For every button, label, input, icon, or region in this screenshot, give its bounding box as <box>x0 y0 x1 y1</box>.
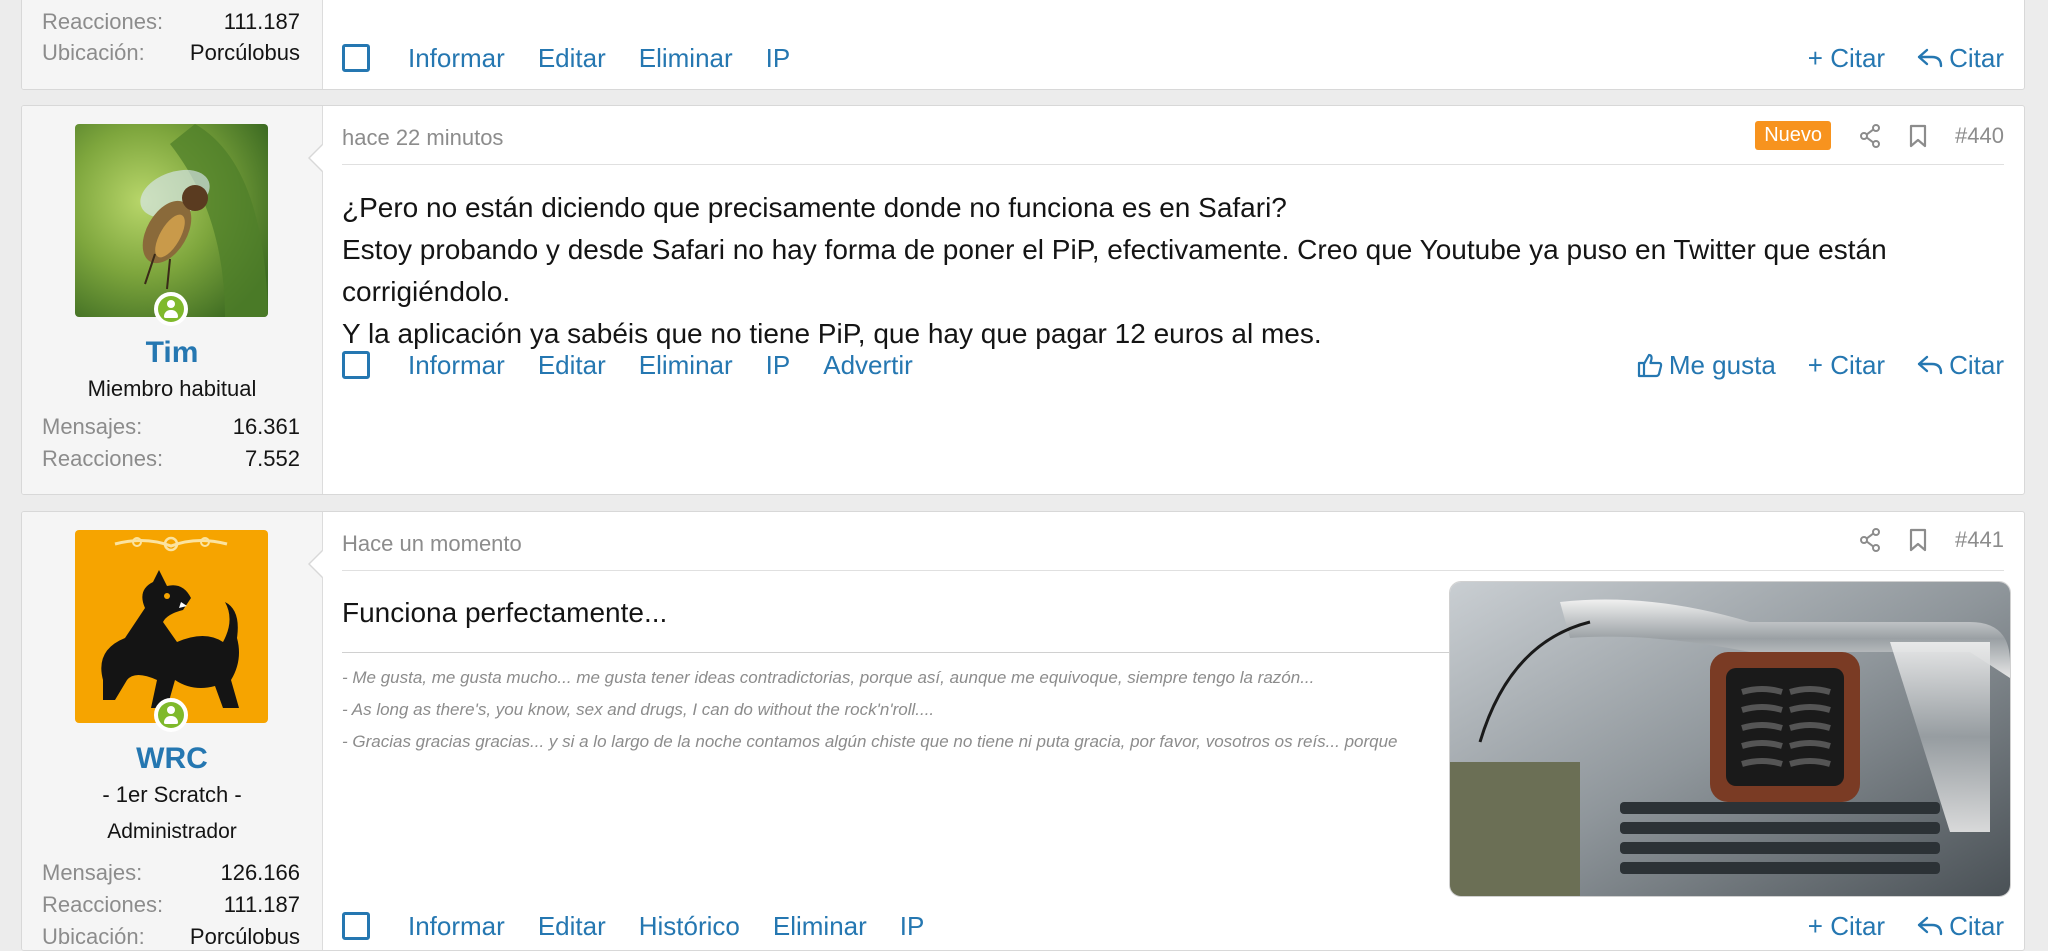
signature-line: - Gracias gracias gracias... y si a lo l… <box>342 732 1398 751</box>
edit-link[interactable]: Editar <box>538 911 606 942</box>
stat-location: Ubicación: Porcúlobus <box>42 924 300 949</box>
thumbs-up-icon <box>1637 353 1663 378</box>
post-439: Reacciones: 111.187 Ubicación: Porcúlobu… <box>21 0 2025 90</box>
reply-icon <box>1917 48 1943 68</box>
post-footer: Informar Editar Histórico Eliminar IP + … <box>342 906 2004 946</box>
stat-reactions: Reacciones: 111.187 <box>42 9 300 34</box>
select-post-checkbox[interactable] <box>342 912 370 940</box>
ip-link[interactable]: IP <box>900 911 925 942</box>
online-status-icon <box>154 292 188 326</box>
post-paragraph: Estoy probando y desde Safari no hay for… <box>342 234 1887 307</box>
edit-link[interactable]: Editar <box>538 43 606 74</box>
post-number[interactable]: #440 <box>1955 123 2004 149</box>
reply-label: Citar <box>1949 910 2004 941</box>
post-time[interactable]: Hace un momento <box>342 531 522 557</box>
report-link[interactable]: Informar <box>408 911 505 942</box>
user-title: Miembro habitual <box>87 376 257 401</box>
delete-link[interactable]: Eliminar <box>639 43 733 74</box>
user-info-column: Reacciones: 111.187 Ubicación: Porcúlobu… <box>22 0 323 89</box>
avatar[interactable] <box>75 530 268 723</box>
post-441: WRC - 1er Scratch - Administrador Mensaj… <box>21 511 2025 951</box>
post-header: Hace un momento #441 <box>342 512 2004 571</box>
warn-link[interactable]: Advertir <box>823 350 913 381</box>
post-number[interactable]: #441 <box>1955 527 2004 553</box>
history-link[interactable]: Histórico <box>639 911 740 942</box>
multiquote-button[interactable]: + Citar <box>1808 350 1885 381</box>
select-post-checkbox[interactable] <box>342 351 370 379</box>
reply-button[interactable]: Citar <box>1917 911 2004 942</box>
stat-reactions: Reacciones: 7.552 <box>42 446 300 471</box>
post-header: hace 22 minutos Nuevo #440 <box>342 106 2004 165</box>
user-title: - 1er Scratch - <box>102 782 242 807</box>
reply-label: Citar <box>1949 42 2004 73</box>
post-440: Tim Miembro habitual Mensajes: 16.361 Re… <box>21 105 2025 495</box>
like-label: Me gusta <box>1668 349 1776 380</box>
post-body: ¿Pero no están diciendo que precisamente… <box>342 187 2004 355</box>
message-arrow <box>308 144 323 172</box>
stat-messages: Mensajes: 16.361 <box>42 414 300 439</box>
attached-image[interactable] <box>1449 581 2011 897</box>
bookmark-icon[interactable] <box>1909 528 1927 552</box>
report-link[interactable]: Informar <box>408 350 505 381</box>
reply-icon <box>1917 916 1943 936</box>
stat-reactions: Reacciones: 111.187 <box>42 892 300 917</box>
share-icon[interactable] <box>1859 123 1881 148</box>
reply-label: Citar <box>1949 349 2004 380</box>
signature-divider <box>342 652 1472 653</box>
edit-link[interactable]: Editar <box>538 350 606 381</box>
post-footer: Informar Editar Eliminar IP Advertir Me … <box>342 345 2004 385</box>
multiquote-button[interactable]: + Citar <box>1808 911 1885 942</box>
delete-link[interactable]: Eliminar <box>639 350 733 381</box>
multiquote-button[interactable]: + Citar <box>1808 43 1885 74</box>
ip-link[interactable]: IP <box>766 43 791 74</box>
stat-location: Ubicación: Porcúlobus <box>42 40 300 65</box>
reply-button[interactable]: Citar <box>1917 43 2004 74</box>
signature: - Me gusta, me gusta mucho... me gusta t… <box>342 662 1472 758</box>
avatar[interactable] <box>75 124 268 317</box>
new-badge: Nuevo <box>1755 121 1832 150</box>
user-banner: Administrador <box>107 820 237 843</box>
username[interactable]: Tim <box>22 336 322 370</box>
stat-messages: Mensajes: 126.166 <box>42 860 300 885</box>
like-button[interactable]: Me gusta <box>1637 350 1776 381</box>
post-footer: Informar Editar Eliminar IP + Citar Cita… <box>342 38 2004 78</box>
share-icon[interactable] <box>1859 528 1881 552</box>
message-arrow <box>308 550 323 578</box>
delete-link[interactable]: Eliminar <box>773 911 867 942</box>
select-post-checkbox[interactable] <box>342 44 370 72</box>
reply-icon <box>1917 355 1943 375</box>
online-status-icon <box>154 698 188 732</box>
signature-line: - Me gusta, me gusta mucho... me gusta t… <box>342 668 1315 687</box>
post-paragraph: ¿Pero no están diciendo que precisamente… <box>342 192 1287 223</box>
report-link[interactable]: Informar <box>408 43 505 74</box>
bookmark-icon[interactable] <box>1909 124 1927 148</box>
signature-line: - As long as there's, you know, sex and … <box>342 700 935 719</box>
post-time[interactable]: hace 22 minutos <box>342 125 503 151</box>
reply-button[interactable]: Citar <box>1917 350 2004 381</box>
user-info-column: Tim Miembro habitual Mensajes: 16.361 Re… <box>22 106 323 494</box>
ip-link[interactable]: IP <box>766 350 791 381</box>
username[interactable]: WRC <box>22 742 322 776</box>
user-info-column: WRC - 1er Scratch - Administrador Mensaj… <box>22 512 323 950</box>
